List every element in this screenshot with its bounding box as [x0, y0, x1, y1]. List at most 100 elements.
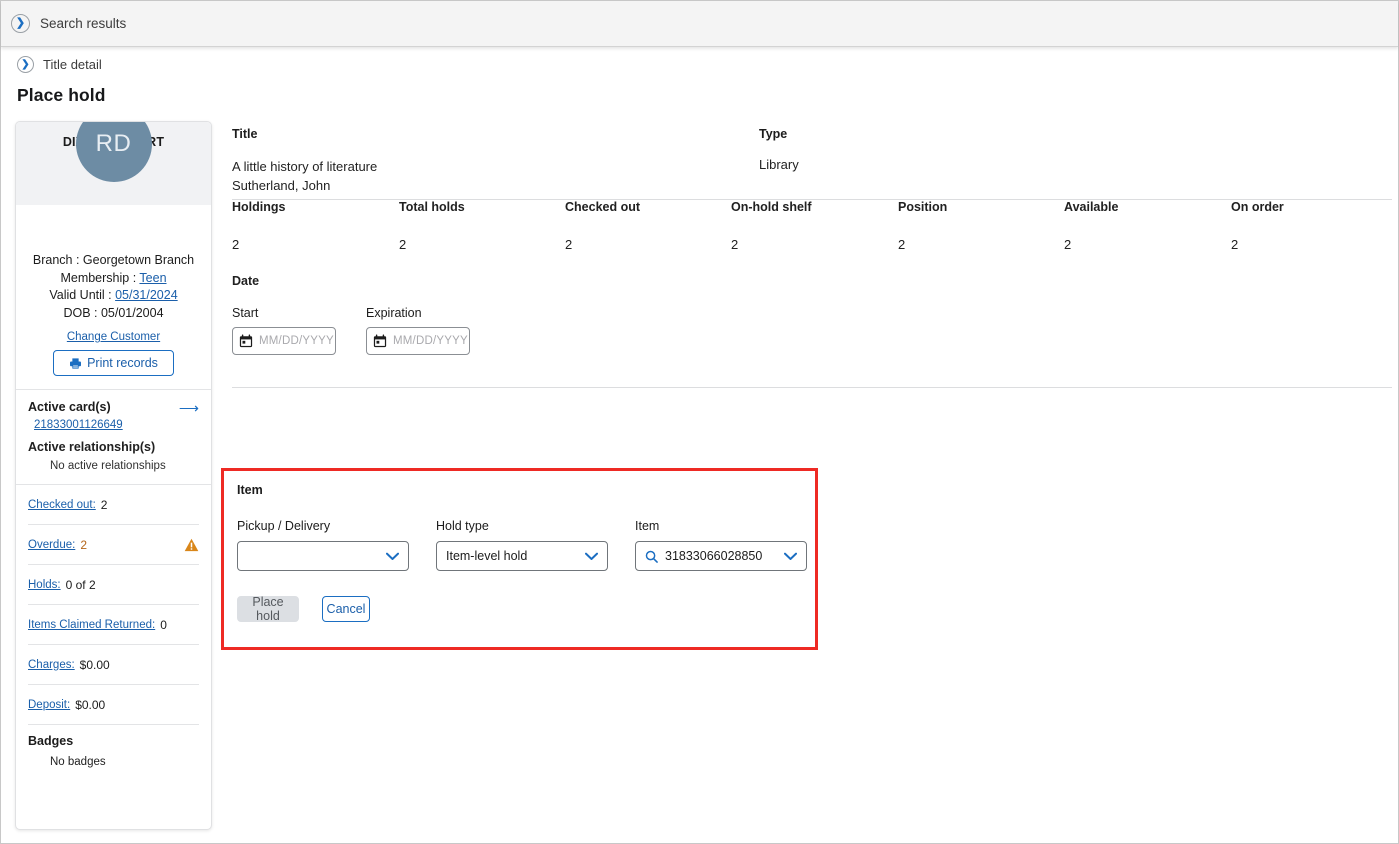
stat-row-items-claimed-returned: Items Claimed Returned: 0	[28, 605, 199, 645]
type-value: Library	[759, 157, 799, 172]
patron-membership-row: Membership : Teen	[16, 270, 211, 288]
pickup-delivery-field: Pickup / Delivery	[237, 519, 409, 571]
type-label: Type	[759, 127, 788, 141]
print-records-label: Print records	[87, 356, 158, 370]
stat-label-items-claimed-returned[interactable]: Items Claimed Returned:	[28, 619, 155, 631]
change-customer-link[interactable]: Change Customer	[67, 331, 160, 343]
date-section-header: Date	[232, 274, 260, 288]
card-number-link[interactable]: 21833001126649	[34, 419, 123, 431]
patron-branch-row: Branch : Georgetown Branch	[16, 252, 211, 270]
patron-dob-label: DOB :	[63, 305, 101, 320]
stat-col-position: Position 2	[898, 200, 947, 252]
stat-value-charges: $0.00	[79, 657, 110, 672]
hold-type-field: Hold type Item-level hold	[436, 519, 608, 571]
title-label: Title	[232, 127, 258, 141]
page-title: Place hold	[17, 85, 106, 105]
stat-value-checked-out: 2	[100, 497, 108, 512]
cancel-button[interactable]: Cancel	[322, 596, 370, 622]
stat-col-position-value: 2	[898, 237, 906, 252]
stat-col-available-value: 2	[1064, 237, 1072, 252]
stat-row-overdue: Overdue: 2	[28, 525, 199, 565]
pickup-delivery-select[interactable]	[237, 541, 409, 571]
start-date-input[interactable]: MM/DD/YYYY	[232, 327, 336, 355]
title-value: A little history of literature	[232, 159, 378, 174]
search-icon	[645, 550, 658, 563]
stat-col-holdings-value: 2	[232, 237, 240, 252]
patron-valid-until-label: Valid Until :	[49, 288, 116, 302]
breadcrumb-search-results-label: Search results	[40, 16, 127, 31]
stat-label-checked-out[interactable]: Checked out:	[28, 499, 96, 511]
expiration-date-placeholder: MM/DD/YYYY	[393, 335, 468, 347]
item-select[interactable]: 31833066028850	[635, 541, 807, 571]
breadcrumb-search-results[interactable]: ❯ Search results	[11, 14, 126, 33]
breadcrumb-title-detail-label: Title detail	[43, 57, 102, 72]
stat-col-on-hold-shelf: On-hold shelf 2	[731, 200, 812, 252]
print-records-button[interactable]: Print records	[53, 350, 174, 376]
title-value-block: A little history of literature Sutherlan…	[232, 157, 377, 195]
chevron-down-icon	[784, 552, 797, 560]
stat-label-deposit[interactable]: Deposit:	[28, 699, 70, 711]
stat-col-on-order-value: 2	[1231, 237, 1239, 252]
item-field-label: Item	[635, 519, 660, 533]
chevron-right-circle-icon: ❯	[17, 56, 34, 73]
stat-col-on-hold-shelf-header: On-hold shelf	[731, 200, 812, 214]
patron-valid-until-row: Valid Until : 05/31/2024	[16, 287, 211, 305]
no-badges-text: No badges	[50, 756, 106, 768]
expiration-date-field: Expiration MM/DD/YYYY	[366, 306, 470, 355]
expiration-date-label: Expiration	[366, 306, 422, 320]
stat-col-total-holds-header: Total holds	[399, 200, 465, 214]
stat-col-available-header: Available	[1064, 200, 1119, 214]
patron-membership-label: Membership :	[60, 270, 140, 285]
patron-branch-value: Georgetown Branch	[82, 253, 195, 267]
patron-details: Branch : Georgetown Branch Membership : …	[16, 252, 211, 322]
start-date-placeholder: MM/DD/YYYY	[259, 335, 334, 347]
breadcrumb-title-detail[interactable]: ❯ Title detail	[17, 56, 102, 73]
author-value: Sutherland, John	[232, 178, 331, 193]
stat-col-checked-out-header: Checked out	[565, 200, 641, 214]
card-number-row: 21833001126649	[34, 419, 199, 431]
change-customer-row: Change Customer	[16, 331, 211, 343]
date-section: Date Start MM/DD/YYYY Expiration MM/DD/Y…	[232, 274, 1392, 355]
stat-row-deposit: Deposit: $0.00	[28, 685, 199, 725]
patron-dob-row: DOB : 05/01/2004	[16, 305, 211, 323]
patron-dob-value: 05/01/2004	[100, 305, 164, 320]
stat-col-holdings-header: Holdings	[232, 200, 286, 214]
stat-col-total-holds-value: 2	[399, 237, 407, 252]
calendar-icon	[239, 334, 253, 348]
stat-value-deposit: $0.00	[75, 697, 106, 712]
item-field: Item 31833066028850	[635, 519, 807, 571]
divider	[232, 387, 1392, 388]
item-value: 31833066028850	[665, 549, 763, 563]
no-active-relationships-text: No active relationships	[50, 460, 166, 472]
place-hold-button[interactable]: Place hold	[237, 595, 299, 623]
stat-row-charges: Charges: $0.00	[28, 645, 199, 685]
item-section-header: Item	[237, 483, 263, 497]
stat-col-on-hold-shelf-value: 2	[731, 237, 739, 252]
patron-membership-link[interactable]: Teen	[139, 271, 166, 285]
stat-col-checked-out-value: 2	[565, 237, 573, 252]
active-relationships-title: Active relationship(s)	[28, 440, 156, 454]
active-cards-section: Active card(s) ⟶ 21833001126649 Active r…	[16, 390, 211, 484]
printer-icon	[70, 357, 82, 369]
patron-summary-card: DIXON, ROBERT RD Branch : Georgetown Bra…	[15, 121, 212, 830]
stat-col-on-order-header: On order	[1231, 200, 1284, 214]
patron-stats-list: Checked out: 2 Overdue: 2 Holds: 0 of 2 …	[16, 485, 211, 725]
expiration-date-input[interactable]: MM/DD/YYYY	[366, 327, 470, 355]
stat-row-holds: Holds: 0 of 2	[28, 565, 199, 605]
stat-col-available: Available 2	[1064, 200, 1118, 252]
stat-label-charges[interactable]: Charges:	[28, 659, 75, 671]
stat-value-holds: 0 of 2	[65, 577, 96, 592]
stat-col-on-order: On order 2	[1231, 200, 1284, 252]
stat-label-holds[interactable]: Holds:	[28, 579, 61, 591]
avatar: RD	[75, 122, 152, 182]
stat-label-overdue[interactable]: Overdue:	[28, 539, 75, 551]
arrow-right-icon[interactable]: ⟶	[179, 401, 199, 415]
start-date-label: Start	[232, 306, 259, 320]
patron-valid-until-link[interactable]: 05/31/2024	[115, 288, 178, 302]
item-section-highlight: Item Pickup / Delivery Hold type Item-le…	[221, 468, 818, 650]
hold-type-label: Hold type	[436, 519, 489, 533]
holdings-stats-grid: Holdings 2 Total holds 2 Checked out 2 O…	[232, 200, 1392, 272]
active-cards-title: Active card(s)	[28, 400, 111, 414]
hold-type-select[interactable]: Item-level hold	[436, 541, 608, 571]
badges-section: Badges No badges	[16, 725, 211, 768]
